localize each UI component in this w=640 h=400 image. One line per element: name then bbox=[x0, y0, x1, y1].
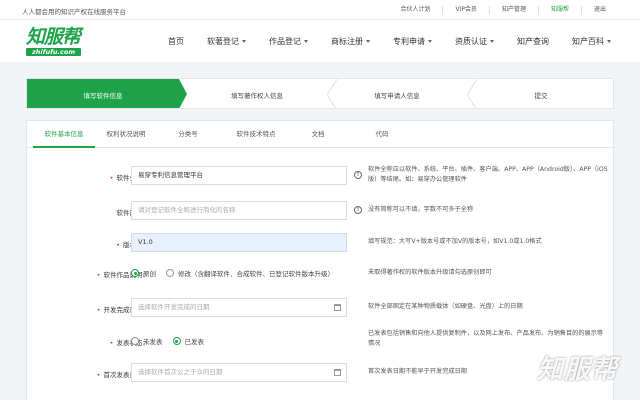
nav-item-home[interactable]: 首页 bbox=[168, 36, 184, 47]
row-first-publish-date: • 首次发表日期： 选择软件首次公之于众的日期 首次发表日期不能早于开发完成日期 bbox=[27, 363, 615, 387]
tab-classification[interactable]: 分类号 bbox=[157, 121, 219, 148]
chevron-down-icon bbox=[242, 39, 246, 43]
radio-dot bbox=[166, 269, 174, 277]
chevron-down-icon bbox=[428, 39, 432, 43]
nav-item-patent[interactable]: 专利申请 bbox=[393, 36, 432, 47]
nav-label: 知产百科 bbox=[572, 36, 604, 46]
top-link-partner[interactable]: 合伙人计划 bbox=[388, 6, 442, 14]
radio-label: 修改（含翻译软件、合成软件、已登记软件版本升级） bbox=[178, 270, 334, 278]
tab-basic-info[interactable]: 软件基本信息 bbox=[33, 121, 95, 148]
calendar-icon[interactable] bbox=[334, 304, 341, 311]
radio-dot bbox=[131, 269, 139, 277]
logo-domain: zhifufu.com bbox=[26, 48, 82, 56]
site-logo[interactable]: 知服帮 zhifufu.com bbox=[26, 26, 96, 58]
step-applicant-info: 填写申请人信息 bbox=[374, 91, 420, 100]
radio-unpublished[interactable]: 未发表 bbox=[131, 336, 163, 346]
version-input[interactable]: V1.0 bbox=[131, 233, 347, 252]
nav-label: 商标注册 bbox=[331, 36, 363, 46]
nav-label: 知产查询 bbox=[517, 36, 549, 46]
software-short-name-hint: 没有简称可以不填，字数不可多于全称 bbox=[368, 206, 474, 213]
nav-label: 专利申请 bbox=[393, 36, 425, 46]
chevron-down-icon bbox=[304, 39, 308, 43]
step-software-info: 填写软件信息 bbox=[27, 79, 187, 108]
row-software-short-name: 软件简称： 请对登记软件全称进行简化的名称 ! 没有简称可以不填，字数不可多于全… bbox=[27, 201, 615, 225]
software-short-name-input[interactable]: 请对登记软件全称进行简化的名称 bbox=[131, 201, 347, 220]
work-description-radio-group: 原创 修改（含翻译软件、合成软件、已登记软件版本升级） bbox=[131, 268, 344, 278]
top-link-vip[interactable]: VIP会员 bbox=[442, 6, 489, 14]
software-name-input[interactable]: 易穿专利信息管理平台 bbox=[131, 166, 347, 185]
logo-text: 知服帮 bbox=[26, 26, 81, 48]
tab-documents[interactable]: 文档 bbox=[293, 121, 343, 148]
row-work-description: • 软件作品说明： 原创 修改（含翻译软件、合成软件、已登记软件版本升级） 未取得… bbox=[27, 267, 615, 285]
chevron-down-icon bbox=[607, 39, 611, 43]
row-publish-status: •发表状态： 未发表 已发表 已发表包括销售和向他人提供复制件，以及网上发布、产… bbox=[27, 329, 615, 353]
radio-modified[interactable]: 修改（含翻译软件、合成软件、已登记软件版本升级） bbox=[166, 268, 334, 278]
top-bar: 人人都会用的知识产权在线服务平台 合伙人计划 VIP会员 知产管理 知服帮 退出 bbox=[0, 0, 640, 20]
radio-published[interactable]: 已发表 bbox=[172, 336, 205, 346]
nav-item-trademark[interactable]: 商标注册 bbox=[331, 36, 370, 47]
nav-item-ip-search[interactable]: 知产查询 bbox=[517, 36, 549, 47]
progress-steps: 填写软件信息 填写著作权人信息 填写申请人信息 提交 bbox=[26, 78, 614, 109]
placeholder-text: 选择软件首次公之于众的日期 bbox=[138, 368, 223, 376]
info-icon: ! bbox=[354, 171, 362, 179]
radio-label: 未发表 bbox=[143, 338, 163, 346]
row-version: •版本号： V1.0 填写规范：大写V+版本号或不加V的版本号，如V1.0或1.… bbox=[27, 233, 615, 257]
publish-status-radio-group: 未发表 已发表 bbox=[131, 336, 214, 346]
nav-item-software-copyright[interactable]: 软著登记 bbox=[207, 36, 246, 47]
top-link-zhifubang[interactable]: 知服帮 bbox=[537, 6, 581, 14]
site-slogan: 人人都会用的知识产权在线服务平台 bbox=[22, 8, 126, 16]
first-publish-date-input[interactable]: 选择软件首次公之于众的日期 bbox=[131, 363, 347, 382]
radio-dot bbox=[131, 337, 139, 345]
form-tabs: 软件基本信息 权利状况说明 分类号 软件技术特点 文档 代码 bbox=[27, 121, 615, 148]
radio-label: 原创 bbox=[143, 270, 156, 278]
row-software-name: •软件全称： 易穿专利信息管理平台 ! 软件全称应以软件、系统、平台、插件、客户… bbox=[27, 166, 615, 190]
info-icon: ! bbox=[354, 206, 362, 214]
radio-dot bbox=[172, 337, 181, 345]
step-copyright-owner-info: 填写著作权人信息 bbox=[231, 91, 283, 100]
row-completion-date: • 开发完成日期： 选择软件开发完成的日期 软件全部固定在某种物质载体（如硬盘、光… bbox=[27, 298, 615, 322]
tab-code[interactable]: 代码 bbox=[357, 121, 407, 148]
step-submit: 提交 bbox=[534, 91, 548, 100]
completion-date-input[interactable]: 选择软件开发完成的日期 bbox=[131, 298, 347, 317]
chevron-down-icon bbox=[366, 39, 370, 43]
placeholder-text: 选择软件开发完成的日期 bbox=[138, 303, 210, 311]
chevron-down-icon bbox=[490, 39, 494, 43]
top-links: 合伙人计划 VIP会员 知产管理 知服帮 退出 bbox=[388, 0, 618, 20]
calendar-icon[interactable] bbox=[334, 369, 341, 376]
version-hint: 填写规范：大写V+版本号或不加V的版本号，如V1.0或1.0格式 bbox=[368, 238, 542, 245]
nav-label: 作品登记 bbox=[269, 36, 301, 46]
radio-original[interactable]: 原创 bbox=[131, 268, 156, 278]
nav-item-certification[interactable]: 资质认证 bbox=[455, 36, 494, 47]
publish-status-hint: 已发表包括销售和向他人提供复制件，以及网上发布、产品发布、为销售目的的展示等情况 bbox=[368, 330, 604, 347]
brand-watermark: 知服帮 bbox=[536, 355, 618, 385]
nav-label: 资质认证 bbox=[455, 36, 487, 46]
top-link-ip-management[interactable]: 知产管理 bbox=[488, 6, 538, 14]
nav-item-work-registration[interactable]: 作品登记 bbox=[269, 36, 308, 47]
tab-tech-features[interactable]: 软件技术特点 bbox=[219, 121, 293, 148]
completion-date-hint: 软件全部固定在某种物质载体（如硬盘、光盘）上的日期 bbox=[368, 303, 523, 310]
software-name-hint: 软件全称应以软件、系统、平台、插件、客户端、APP、APP（Android版）、… bbox=[368, 166, 608, 183]
radio-label: 已发表 bbox=[184, 338, 205, 346]
main-header: 知服帮 zhifufu.com 首页 软著登记 作品登记 商标注册 专利申请 资… bbox=[0, 20, 640, 62]
nav-item-ip-wiki[interactable]: 知产百科 bbox=[572, 36, 611, 47]
top-link-logout[interactable]: 退出 bbox=[580, 6, 618, 14]
main-nav: 首页 软著登记 作品登记 商标注册 专利申请 资质认证 知产查询 知产百科 bbox=[168, 20, 634, 62]
form-panel: 软件基本信息 权利状况说明 分类号 软件技术特点 文档 代码 •软件全称： 易穿… bbox=[26, 120, 615, 400]
work-description-hint: 未取得著作权的软件版本升级请勾选原创即可 bbox=[368, 269, 492, 276]
nav-label: 软著登记 bbox=[207, 36, 239, 46]
nav-label: 首页 bbox=[168, 36, 184, 46]
tab-rights-status[interactable]: 权利状况说明 bbox=[95, 121, 157, 148]
